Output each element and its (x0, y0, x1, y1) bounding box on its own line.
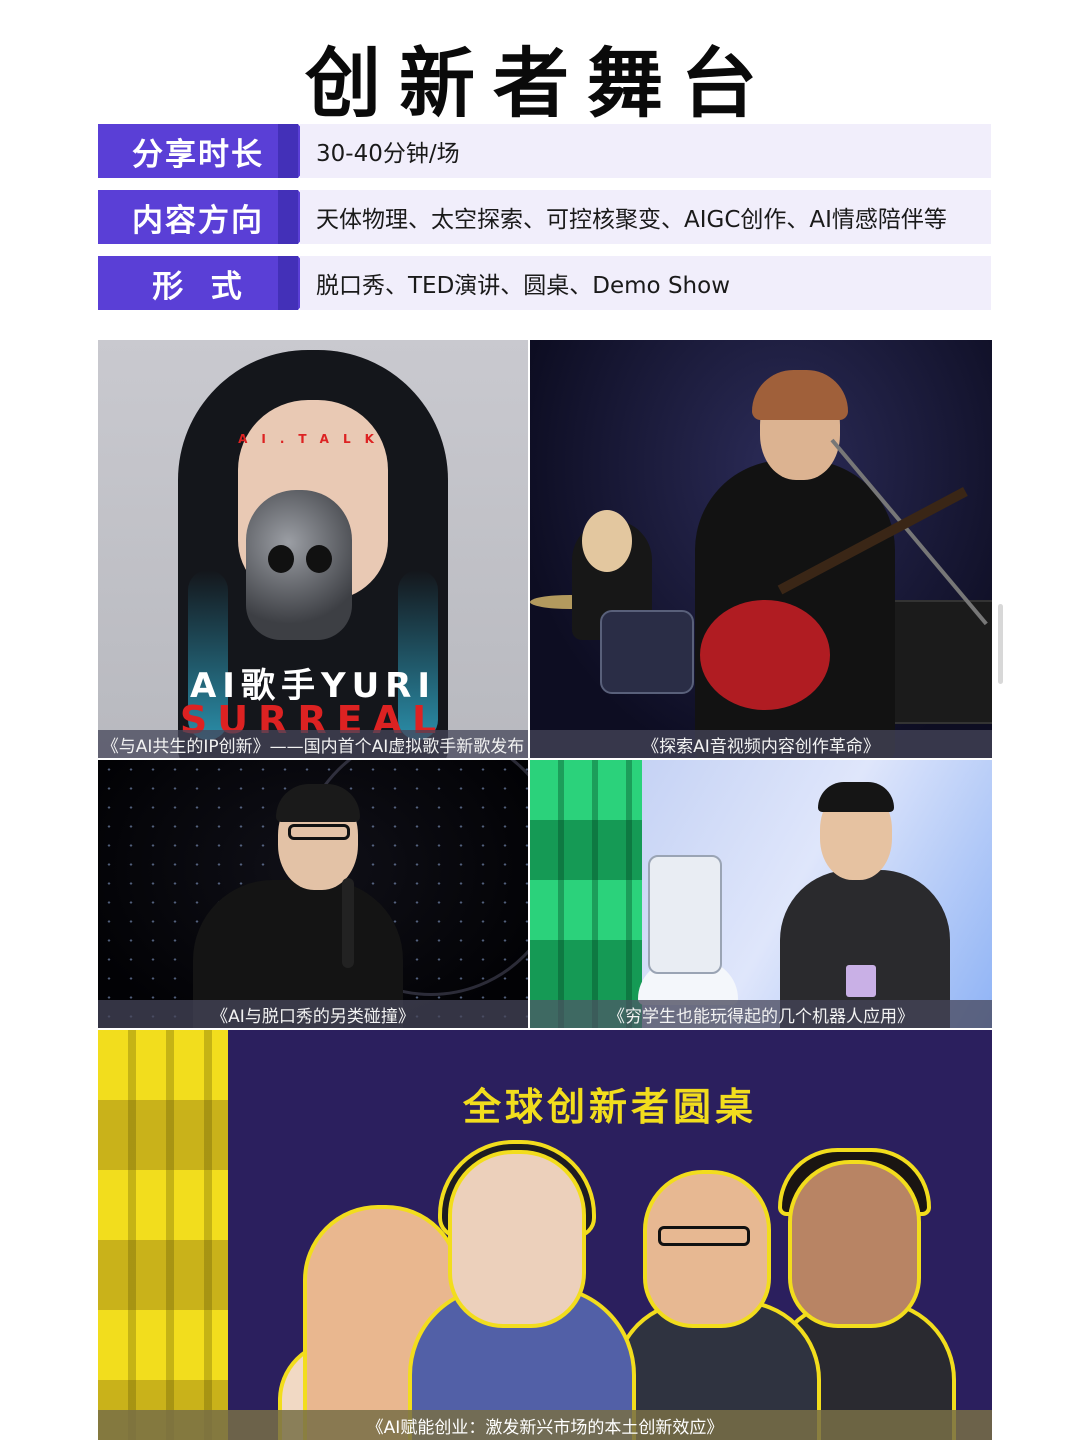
session-caption: 《AI与脱口秀的另类碰撞》 (98, 1000, 528, 1028)
info-value: 脱口秀、TED演讲、圆桌、Demo Show (300, 256, 991, 310)
info-label: 形 式 (98, 256, 320, 310)
info-label: 分享时长 (98, 124, 320, 178)
page-title: 创新者舞台 (305, 39, 775, 128)
info-value: 30-40分钟/场 (300, 124, 991, 178)
decorative-pattern (98, 1030, 228, 1440)
info-value: 天体物理、太空探索、可控核聚变、AIGC创作、AI情感陪伴等 (300, 190, 991, 244)
decorative-pattern (530, 760, 642, 1028)
session-photo-ai-singer: AI.TALK AI歌手YURI SURREAL 《与AI共生的IP创新》——国… (98, 340, 528, 758)
microphone (342, 878, 354, 968)
photo-detail (288, 824, 350, 840)
session-caption: 《穷学生也能玩得起的几个机器人应用》 (530, 1000, 992, 1028)
humanoid-robot (648, 855, 722, 974)
session-photo-roundtable: 全球创新者圆桌 《AI赋能创业：激发新兴市场的本土创新效应》 (98, 1030, 992, 1440)
photo-detail (268, 545, 294, 573)
guitar (700, 600, 830, 710)
drum-kit (600, 610, 694, 694)
photo-detail (788, 1160, 921, 1328)
photo-detail (306, 545, 332, 573)
photo-detail (818, 782, 894, 812)
session-photo-robot: 《穷学生也能玩得起的几个机器人应用》 (530, 760, 992, 1028)
photo-detail (643, 1170, 771, 1328)
photo-detail (582, 510, 632, 572)
session-caption: 《AI赋能创业：激发新兴市场的本土创新效应》 (98, 1410, 992, 1440)
info-row-format: 形 式 脱口秀、TED演讲、圆桌、Demo Show (98, 256, 991, 310)
session-caption: 《与AI共生的IP创新》——国内首个AI虚拟歌手新歌发布 (98, 730, 528, 758)
photo-detail (752, 370, 848, 420)
info-row-duration: 分享时长 30-40分钟/场 (98, 124, 991, 178)
skull-prop (246, 490, 352, 640)
info-row-topics: 内容方向 天体物理、太空探索、可控核聚变、AIGC创作、AI情感陪伴等 (98, 190, 991, 244)
roundtable-title: 全球创新者圆桌 (462, 1085, 757, 1129)
session-photo-standup: 《AI与脱口秀的另类碰撞》 (98, 760, 528, 1028)
scroll-indicator[interactable] (998, 604, 1003, 684)
poster-brand-small: AI.TALK (238, 432, 388, 446)
session-photo-music: 《探索AI音视频内容创作革命》 (530, 340, 992, 758)
info-label: 内容方向 (98, 190, 320, 244)
name-badge (846, 965, 876, 997)
photo-detail (448, 1150, 586, 1328)
photo-detail (658, 1226, 750, 1246)
session-caption: 《探索AI音视频内容创作革命》 (530, 730, 992, 758)
amplifier (890, 600, 992, 724)
